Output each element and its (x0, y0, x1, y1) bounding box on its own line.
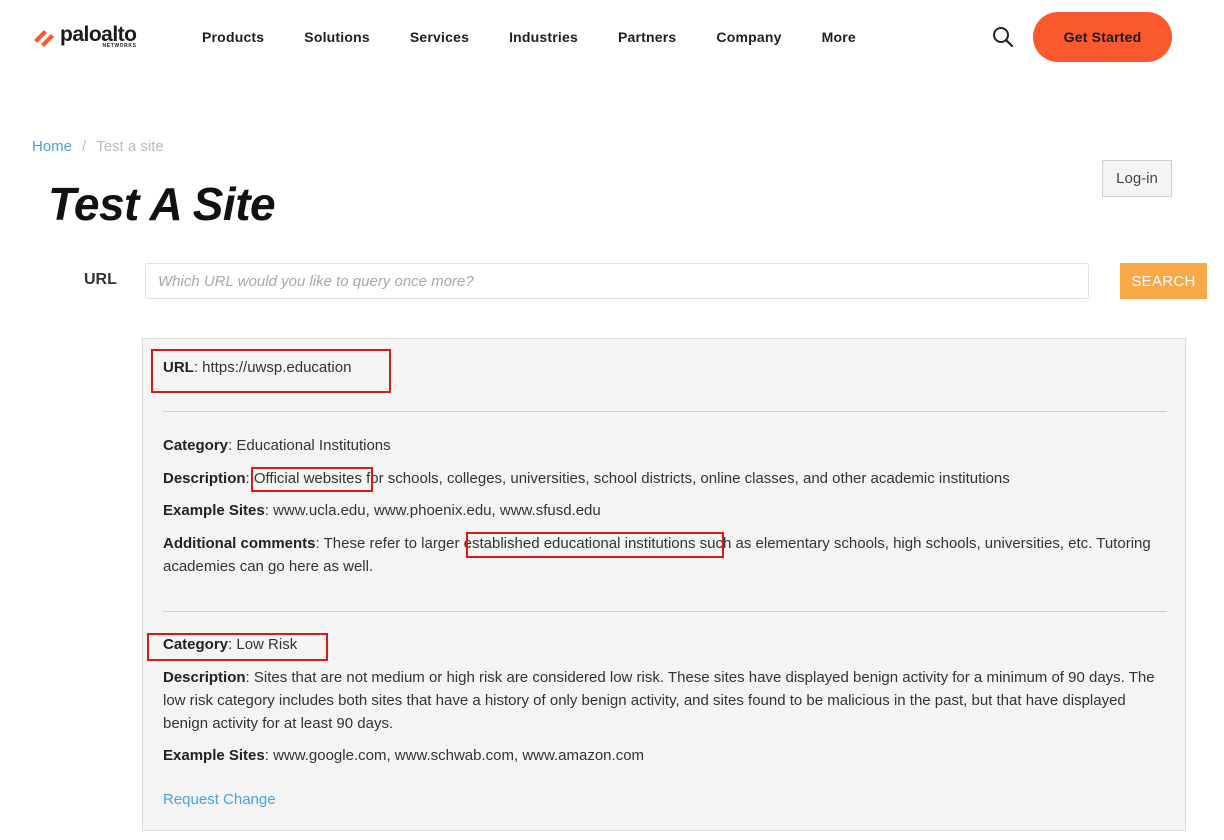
breadcrumb-home[interactable]: Home (32, 138, 72, 155)
get-started-button[interactable]: Get Started (1033, 12, 1172, 62)
nav-partners[interactable]: Partners (618, 28, 676, 46)
risk-description-line: Description: Sites that are not medium o… (163, 669, 1155, 732)
nav-products[interactable]: Products (202, 28, 264, 46)
breadcrumb: Home / Test a site (32, 138, 164, 155)
results-panel: URL: https://uwsp.education Category: Ed… (142, 338, 1186, 831)
nav-services[interactable]: Services (410, 28, 469, 46)
description-label: Description (163, 470, 246, 487)
risk-category-value: Low Risk (236, 636, 298, 653)
additional-comments-line: Additional comments: These refer to larg… (163, 535, 1151, 575)
paloalto-logo-icon (34, 30, 54, 47)
nav-industries[interactable]: Industries (509, 28, 578, 46)
search-button[interactable]: SEARCH (1120, 263, 1207, 299)
risk-category-label: Category (163, 636, 229, 653)
result-url-label: URL (163, 359, 194, 376)
comments-highlight: established educational institutions (463, 535, 696, 552)
result-url-line: URL: https://uwsp.education (163, 359, 352, 376)
risk-example-sites-line: Example Sites: www.google.com, www.schwa… (163, 747, 645, 764)
logo-text: paloalto (60, 23, 137, 46)
url-label: URL (84, 271, 117, 288)
risk-description-text: Sites that are not medium or high risk a… (163, 669, 1155, 732)
divider (163, 411, 1167, 412)
breadcrumb-separator: / (82, 138, 87, 155)
result-url-value: https://uwsp.education (202, 359, 352, 376)
page-title: Test A Site (48, 178, 276, 230)
category-line: Category: Educational Institutions (163, 437, 391, 454)
description-highlight: Official websites (253, 470, 362, 487)
nav-solutions[interactable]: Solutions (304, 28, 370, 46)
additional-comments-label: Additional comments (163, 535, 316, 552)
risk-category-line: Category: Low Risk (163, 636, 298, 653)
divider (163, 611, 1167, 612)
nav-more[interactable]: More (822, 28, 856, 46)
category-label: Category (163, 437, 229, 454)
search-icon[interactable] (991, 25, 1015, 49)
url-input[interactable] (145, 263, 1089, 299)
nav-company[interactable]: Company (716, 28, 781, 46)
example-sites-line: Example Sites: www.ucla.edu, www.phoenix… (163, 502, 601, 519)
risk-example-sites-value: www.google.com, www.schwab.com, www.amaz… (273, 747, 645, 764)
paloalto-logo[interactable]: paloalto NETWORKS (32, 23, 137, 49)
risk-example-sites-label: Example Sites (163, 747, 265, 764)
main-nav: Products Solutions Services Industries P… (202, 28, 896, 46)
breadcrumb-current: Test a site (96, 138, 164, 155)
example-sites-label: Example Sites (163, 502, 265, 519)
login-button[interactable]: Log-in (1102, 160, 1172, 197)
example-sites-value: www.ucla.edu, www.phoenix.edu, www.sfusd… (273, 502, 601, 519)
description-text: for schools, colleges, universities, sch… (361, 470, 1010, 487)
risk-description-label: Description (163, 669, 246, 686)
request-change-link[interactable]: Request Change (163, 791, 276, 808)
category-value: Educational Institutions (236, 437, 391, 454)
comments-text-pre: These refer to larger (323, 535, 464, 552)
description-line: Description: Official websites for schoo… (163, 470, 1010, 487)
